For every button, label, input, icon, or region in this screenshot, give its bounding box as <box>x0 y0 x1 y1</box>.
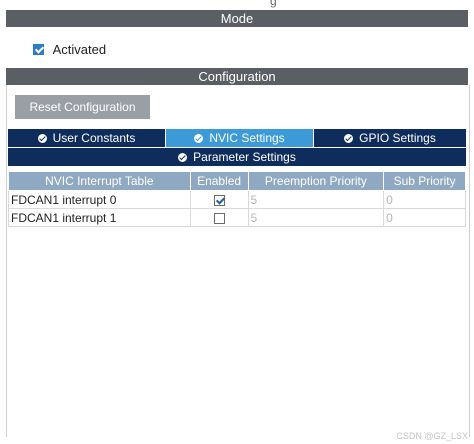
check-circle-icon <box>37 134 47 143</box>
tab-nvic-settings[interactable]: NVIC Settings <box>166 129 314 147</box>
activated-option[interactable]: Activated <box>33 41 106 57</box>
mode-section: Activated <box>6 27 468 63</box>
tab-parameter-settings[interactable]: Parameter Settings <box>8 148 466 166</box>
top-cut-strip: g <box>0 0 474 8</box>
table-row[interactable]: FDCAN1 interrupt 1 5 0 <box>8 208 466 227</box>
preemption-priority-cell[interactable]: 5 <box>247 190 385 209</box>
enabled-cell <box>189 208 249 227</box>
mode-section-header: Mode <box>6 10 468 27</box>
table-header-row: NVIC Interrupt Table Enabled Preemption … <box>8 171 466 191</box>
preemption-priority-cell[interactable]: 5 <box>247 208 385 227</box>
check-circle-icon <box>344 134 354 143</box>
activated-label: Activated <box>52 42 107 58</box>
enabled-cell <box>189 190 249 209</box>
sub-priority-cell[interactable]: 0 <box>383 190 466 209</box>
interrupt-name: FDCAN1 interrupt 1 <box>8 208 191 227</box>
sub-priority-cell[interactable]: 0 <box>383 208 466 227</box>
nvic-interrupt-table: NVIC Interrupt Table Enabled Preemption … <box>8 171 466 227</box>
interrupt-name: FDCAN1 interrupt 0 <box>8 190 191 209</box>
tab-label: Parameter Settings <box>193 150 296 164</box>
header-nvic-interrupt-table[interactable]: NVIC Interrupt Table <box>8 171 191 191</box>
header-enabled[interactable]: Enabled <box>189 171 249 191</box>
activated-checkbox[interactable] <box>33 44 44 56</box>
table-row[interactable]: FDCAN1 interrupt 0 5 0 <box>8 190 466 209</box>
tab-label: NVIC Settings <box>209 131 285 145</box>
tab-user-constants[interactable]: User Constants <box>8 129 166 147</box>
tab-gpio-settings[interactable]: GPIO Settings <box>314 129 466 147</box>
tab-label: User Constants <box>52 131 136 145</box>
header-sub-priority[interactable]: Sub Priority <box>383 171 466 191</box>
config-tabs: User Constants NVIC Settings GPIO Settin… <box>8 129 466 147</box>
configuration-section-header: Configuration <box>6 68 468 85</box>
header-preemption-priority[interactable]: Preemption Priority <box>247 171 385 191</box>
enabled-checkbox[interactable] <box>213 194 225 206</box>
enabled-checkbox[interactable] <box>213 212 225 224</box>
reset-configuration-button[interactable]: Reset Configuration <box>15 95 150 119</box>
tab-label: GPIO Settings <box>359 131 436 145</box>
watermark: CSDN @GZ_LSX <box>396 431 468 441</box>
check-circle-icon <box>178 153 188 162</box>
check-circle-icon <box>194 134 204 143</box>
cut-text: g <box>270 0 277 8</box>
